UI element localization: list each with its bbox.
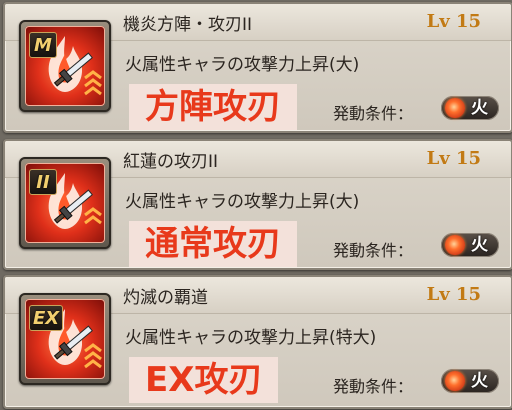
condition-label: 発動条件：: [333, 241, 414, 260]
condition-element-text: 火: [471, 235, 488, 255]
skill-name: 機炎方陣・攻刃II: [123, 15, 253, 35]
skill-card-2[interactable]: II 紅蓮の攻刃II Lv 15 火属性キャラの攻撃力上昇(大) 通常攻刃 発動…: [3, 139, 512, 270]
skill-type-badge: M: [29, 32, 57, 58]
skill-category-tag: 方陣攻刃: [129, 84, 297, 130]
fire-orb-icon: [445, 98, 465, 118]
condition-element-text: 火: [471, 371, 488, 391]
skill-icon-frame: EX: [19, 293, 111, 385]
skill-type-badge: EX: [29, 305, 64, 331]
skill-category-tag: 通常攻刃: [129, 221, 297, 267]
skill-card-3[interactable]: EX 灼滅の覇道 Lv 15 火属性キャラの攻撃力上昇(特大) EX攻刃 発動条…: [3, 275, 512, 409]
condition-element-pill: 火: [441, 96, 499, 120]
skill-effect: 火属性キャラの攻撃力上昇(大): [125, 55, 360, 75]
skill-icon-frame: M: [19, 20, 111, 112]
skill-effect: 火属性キャラの攻撃力上昇(大): [125, 192, 360, 212]
skill-card-1[interactable]: M 機炎方陣・攻刃II Lv 15 火属性キャラの攻撃力上昇(大) 方陣攻刃 発…: [3, 2, 512, 133]
fire-orb-icon: [445, 235, 465, 255]
condition-label: 発動条件：: [333, 104, 414, 123]
skill-type-badge: II: [29, 169, 57, 195]
skill-level: Lv 15: [426, 11, 481, 32]
skill-name: 灼滅の覇道: [123, 288, 208, 308]
skill-icon-frame: II: [19, 157, 111, 249]
skill-level: Lv 15: [426, 148, 481, 169]
condition-element-pill: 火: [441, 233, 499, 257]
skill-name: 紅蓮の攻刃II: [123, 152, 219, 172]
condition-element-pill: 火: [441, 369, 499, 393]
condition-element-text: 火: [471, 98, 488, 118]
condition-label: 発動条件：: [333, 377, 414, 396]
skill-category-tag: EX攻刃: [129, 357, 279, 403]
skill-effect: 火属性キャラの攻撃力上昇(特大): [125, 328, 377, 348]
skill-level: Lv 15: [426, 284, 481, 305]
fire-orb-icon: [445, 371, 465, 391]
